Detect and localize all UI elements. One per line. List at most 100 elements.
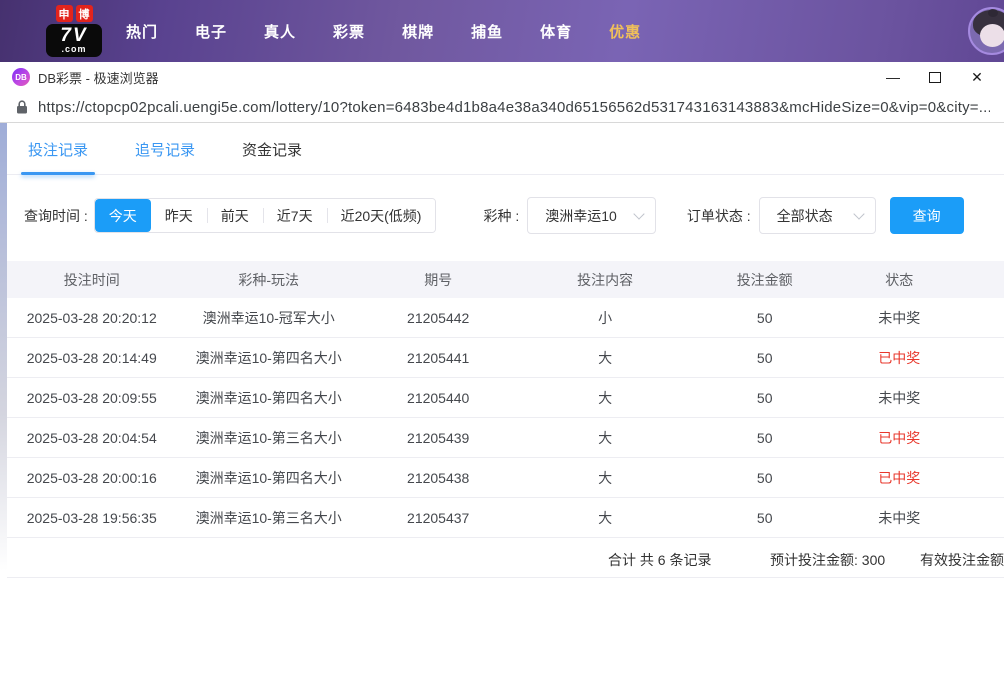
logo-suffix-text: .com — [61, 44, 87, 54]
col-issue: 期号 — [424, 271, 453, 288]
bet-amount-cell: 50 — [756, 429, 773, 446]
bet-amount-cell: 50 — [756, 509, 773, 526]
filter-bar: 查询时间 : 今天 昨天 前天 近7天 近20天(低频) 彩种 : 澳洲幸运10… — [7, 175, 1004, 234]
col-bet-content: 投注内容 — [577, 271, 634, 288]
bet-time-cell: 2025-03-28 19:56:35 — [26, 509, 157, 526]
time-option-today[interactable]: 今天 — [94, 199, 151, 232]
status-filter-label: 订单状态 : — [686, 207, 751, 224]
bet-amount-cell: 50 — [756, 309, 773, 326]
address-bar[interactable]: https://ctopcp02pcali.uengi5e.com/lotter… — [0, 92, 1004, 123]
bet-amount-cell: 50 — [756, 469, 773, 486]
time-option-last7days[interactable]: 近7天 — [262, 199, 327, 232]
nav-item-promo[interactable]: 优惠 — [609, 21, 641, 42]
table-row: 2025-03-28 20:04:54 澳洲幸运10-第三名大小 2120543… — [7, 418, 1004, 458]
bet-content-cell: 小 — [598, 309, 613, 326]
table-summary: 合计 共 6 条记录 预计投注金额: 300 有效投注金额 — [7, 538, 1004, 578]
col-bet-amount: 投注金额 — [736, 271, 793, 288]
records-card: 投注记录 追号记录 资金记录 查询时间 : 今天 昨天 前天 近7天 近20天(… — [7, 123, 1004, 692]
bet-content-cell: 大 — [598, 349, 613, 366]
table-row: 2025-03-28 20:20:12 澳洲幸运10-冠军大小 21205442… — [7, 298, 1004, 338]
status-cell: 未中奖 — [878, 509, 921, 526]
record-tabs: 投注记录 追号记录 资金记录 — [7, 123, 1004, 175]
bet-time-cell: 2025-03-28 20:14:49 — [26, 349, 157, 366]
window-titlebar: DB DB彩票 - 极速浏览器 — ✕ — [0, 62, 1004, 92]
status-cell: 未中奖 — [878, 309, 921, 326]
issue-cell: 21205438 — [407, 469, 470, 486]
game-play-cell: 澳洲幸运10-第三名大小 — [195, 509, 342, 526]
game-play-cell: 澳洲幸运10-第四名大小 — [195, 469, 342, 486]
nav-item-live[interactable]: 真人 — [264, 21, 296, 42]
issue-cell: 21205439 — [407, 429, 470, 446]
site-favicon: DB — [12, 68, 30, 86]
col-status: 状态 — [885, 271, 914, 288]
game-play-cell: 澳洲幸运10-冠军大小 — [202, 309, 335, 326]
bet-time-cell: 2025-03-28 20:09:55 — [26, 389, 157, 406]
site-banner: 申 博 7V .com 热门 电子 真人 彩票 棋牌 捕鱼 体育 优惠 — [0, 0, 1004, 62]
table-row: 2025-03-28 20:14:49 澳洲幸运10-第四名大小 2120544… — [7, 338, 1004, 378]
bet-content-cell: 大 — [598, 509, 613, 526]
close-button[interactable]: ✕ — [956, 63, 998, 91]
status-cell: 未中奖 — [878, 389, 921, 406]
url-text[interactable]: https://ctopcp02pcali.uengi5e.com/lotter… — [38, 99, 990, 116]
nav-item-fishing[interactable]: 捕鱼 — [471, 21, 503, 42]
time-option-daybefore[interactable]: 前天 — [206, 199, 263, 232]
bet-amount-cell: 50 — [756, 349, 773, 366]
time-filter-group: 今天 昨天 前天 近7天 近20天(低频) — [93, 198, 437, 233]
issue-cell: 21205442 — [407, 309, 470, 326]
page-edge-decoration — [0, 123, 7, 571]
nav-item-lottery[interactable]: 彩票 — [333, 21, 365, 42]
tab-bet-records[interactable]: 投注记录 — [20, 139, 96, 175]
chevron-down-icon — [852, 207, 865, 220]
logo-badge-right: 博 — [75, 5, 93, 22]
issue-cell: 21205437 — [407, 509, 470, 526]
site-logo[interactable]: 申 博 7V .com — [46, 5, 102, 57]
status-cell: 已中奖 — [878, 349, 921, 366]
bet-time-cell: 2025-03-28 20:04:54 — [26, 429, 157, 446]
bet-content-cell: 大 — [598, 469, 613, 486]
nav-item-cards[interactable]: 棋牌 — [402, 21, 434, 42]
status-cell: 已中奖 — [878, 429, 921, 446]
main-nav: 热门 电子 真人 彩票 棋牌 捕鱼 体育 优惠 — [126, 21, 641, 42]
game-play-cell: 澳洲幸运10-第四名大小 — [195, 349, 342, 366]
nav-item-sports[interactable]: 体育 — [540, 21, 572, 42]
tab-fund-records[interactable]: 资金记录 — [242, 139, 302, 174]
user-avatar[interactable] — [968, 7, 1004, 55]
bet-content-cell: 大 — [598, 429, 613, 446]
summary-expected-amount: 预计投注金额: 300 — [770, 552, 886, 568]
avatar-bun — [988, 9, 998, 17]
time-option-yesterday[interactable]: 昨天 — [150, 199, 207, 232]
tab-chase-records[interactable]: 追号记录 — [135, 139, 195, 174]
minimize-button[interactable]: — — [872, 63, 914, 91]
time-filter-label: 查询时间 : — [24, 207, 88, 224]
ssl-lock-icon[interactable] — [16, 100, 28, 114]
summary-valid-amount: 有效投注金额 — [920, 552, 1004, 568]
order-status-value: 全部状态 — [776, 207, 833, 224]
logo-badges: 申 博 — [55, 5, 93, 22]
nav-item-hot[interactable]: 热门 — [126, 21, 158, 42]
bet-time-cell: 2025-03-28 20:00:16 — [26, 469, 157, 486]
lottery-select[interactable]: 澳洲幸运10 — [527, 197, 656, 234]
logo-box: 7V .com — [46, 24, 102, 57]
table-row: 2025-03-28 19:56:35 澳洲幸运10-第三名大小 2120543… — [7, 498, 1004, 538]
search-button[interactable]: 查询 — [889, 197, 964, 234]
window-controls: — ✕ — [872, 63, 998, 91]
time-option-last20days[interactable]: 近20天(低频) — [326, 199, 436, 232]
issue-cell: 21205441 — [407, 349, 470, 366]
lottery-select-value: 澳洲幸运10 — [545, 207, 617, 224]
summary-total-records: 合计 共 6 条记录 — [608, 552, 712, 568]
logo-main-text: 7V — [60, 25, 88, 46]
lottery-filter-label: 彩种 : — [483, 207, 520, 224]
table-body: 2025-03-28 20:20:12 澳洲幸运10-冠军大小 21205442… — [7, 298, 1004, 538]
col-game-play: 彩种-玩法 — [238, 271, 300, 288]
avatar-face — [980, 24, 1004, 47]
bet-content-cell: 大 — [598, 389, 613, 406]
page-content: 投注记录 追号记录 资金记录 查询时间 : 今天 昨天 前天 近7天 近20天(… — [0, 123, 1004, 692]
status-cell: 已中奖 — [878, 469, 921, 486]
table-row: 2025-03-28 20:09:55 澳洲幸运10-第四名大小 2120544… — [7, 378, 1004, 418]
nav-item-slots[interactable]: 电子 — [195, 21, 227, 42]
order-status-select[interactable]: 全部状态 — [758, 197, 876, 234]
table-row: 2025-03-28 20:00:16 澳洲幸运10-第四名大小 2120543… — [7, 458, 1004, 498]
maximize-button[interactable] — [914, 63, 956, 91]
table-header: 投注时间 彩种-玩法 期号 投注内容 投注金额 状态 — [7, 261, 1004, 298]
maximize-icon — [929, 71, 941, 83]
